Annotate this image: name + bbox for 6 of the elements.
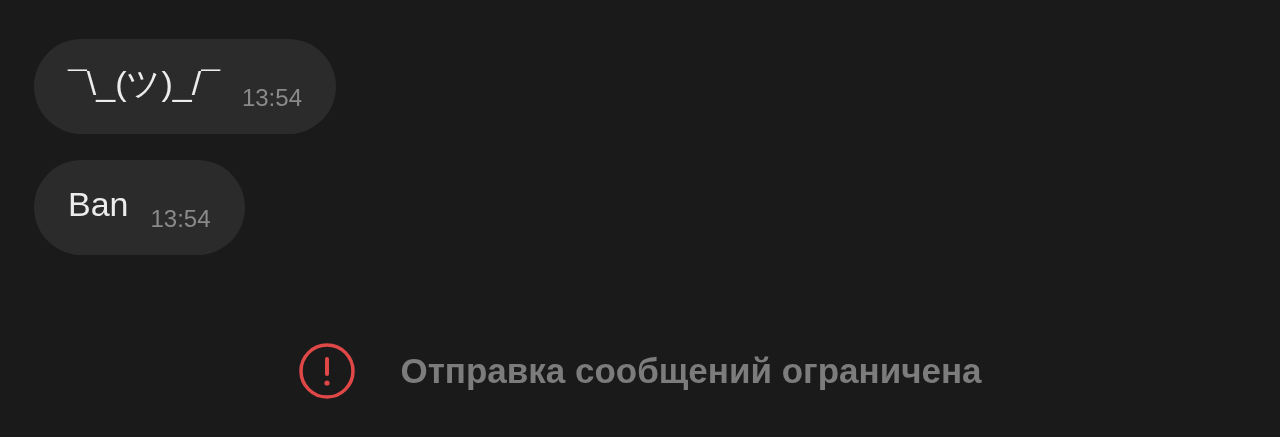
message-time: 13:54 xyxy=(150,203,211,233)
warning-icon xyxy=(298,342,357,400)
notice-text: Отправка сообщений ограничена xyxy=(400,351,982,391)
message-text: ¯\_(ツ)_/¯ xyxy=(68,62,220,104)
message-text: Ban xyxy=(68,185,129,225)
message-time: 13:54 xyxy=(241,82,302,112)
